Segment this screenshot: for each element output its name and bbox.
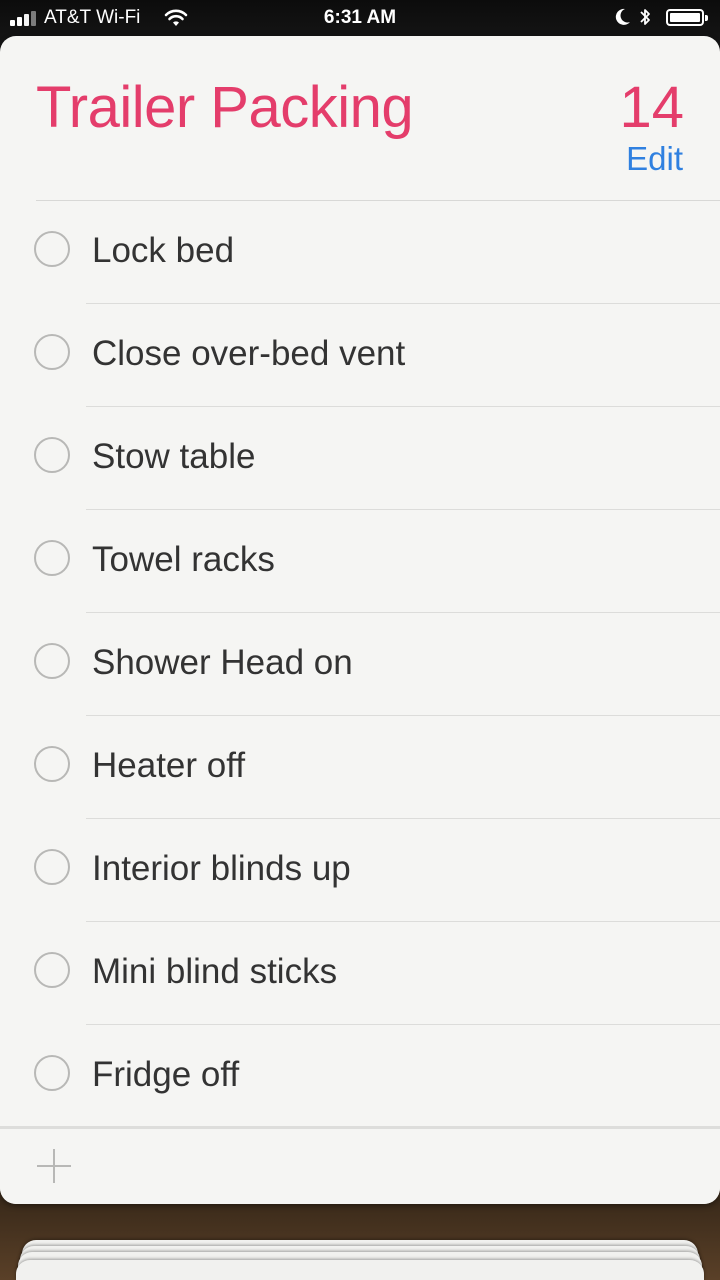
reminder-label[interactable]: Fridge off	[92, 1055, 239, 1095]
stacked-lists[interactable]	[0, 1204, 720, 1280]
reminder-row[interactable]: Fridge off	[0, 1025, 720, 1128]
checkbox-circle-icon[interactable]	[34, 540, 70, 576]
reminder-row[interactable]: Stow table	[0, 407, 720, 510]
edit-button[interactable]: Edit	[626, 140, 683, 178]
list-title: Trailer Packing	[36, 75, 414, 140]
reminder-row[interactable]: Heater off	[0, 716, 720, 819]
reminder-row[interactable]: Mini blind sticks	[0, 922, 720, 1025]
reminder-label[interactable]: Heater off	[92, 746, 245, 786]
reminder-label[interactable]: Interior blinds up	[92, 849, 351, 889]
reminder-label[interactable]: Lock bed	[92, 231, 234, 271]
checkbox-circle-icon[interactable]	[34, 1055, 70, 1091]
stacked-list-card[interactable]	[16, 1260, 704, 1280]
checkbox-circle-icon[interactable]	[34, 437, 70, 473]
plus-icon[interactable]	[37, 1149, 71, 1183]
bluetooth-icon	[638, 6, 652, 34]
moon-icon	[614, 6, 632, 34]
checkbox-circle-icon[interactable]	[34, 746, 70, 782]
reminder-row[interactable]: Lock bed	[0, 201, 720, 304]
reminder-label[interactable]: Stow table	[92, 437, 255, 477]
checkbox-circle-icon[interactable]	[34, 952, 70, 988]
reminder-row[interactable]: Towel racks	[0, 510, 720, 613]
reminder-count: 14	[619, 75, 684, 140]
checkbox-circle-icon[interactable]	[34, 334, 70, 370]
reminder-label[interactable]: Shower Head on	[92, 643, 353, 683]
reminder-row[interactable]: Shower Head on	[0, 613, 720, 716]
battery-icon	[666, 9, 708, 26]
reminder-row[interactable]: Interior blinds up	[0, 819, 720, 922]
reminders-list-card: Trailer Packing 14 Edit Lock bed Close o…	[0, 36, 720, 1204]
reminder-list: Lock bed Close over-bed vent Stow table …	[0, 201, 720, 1128]
status-bar: AT&T Wi-Fi 6:31 AM	[0, 0, 720, 36]
reminder-label[interactable]: Towel racks	[92, 540, 275, 580]
checkbox-circle-icon[interactable]	[34, 231, 70, 267]
reminder-label[interactable]: Mini blind sticks	[92, 952, 337, 992]
reminder-row[interactable]: Close over-bed vent	[0, 304, 720, 407]
status-time: 6:31 AM	[323, 7, 397, 28]
reminder-label[interactable]: Close over-bed vent	[92, 334, 405, 374]
checkbox-circle-icon[interactable]	[34, 643, 70, 679]
add-reminder-bar	[0, 1126, 720, 1204]
checkbox-circle-icon[interactable]	[34, 849, 70, 885]
